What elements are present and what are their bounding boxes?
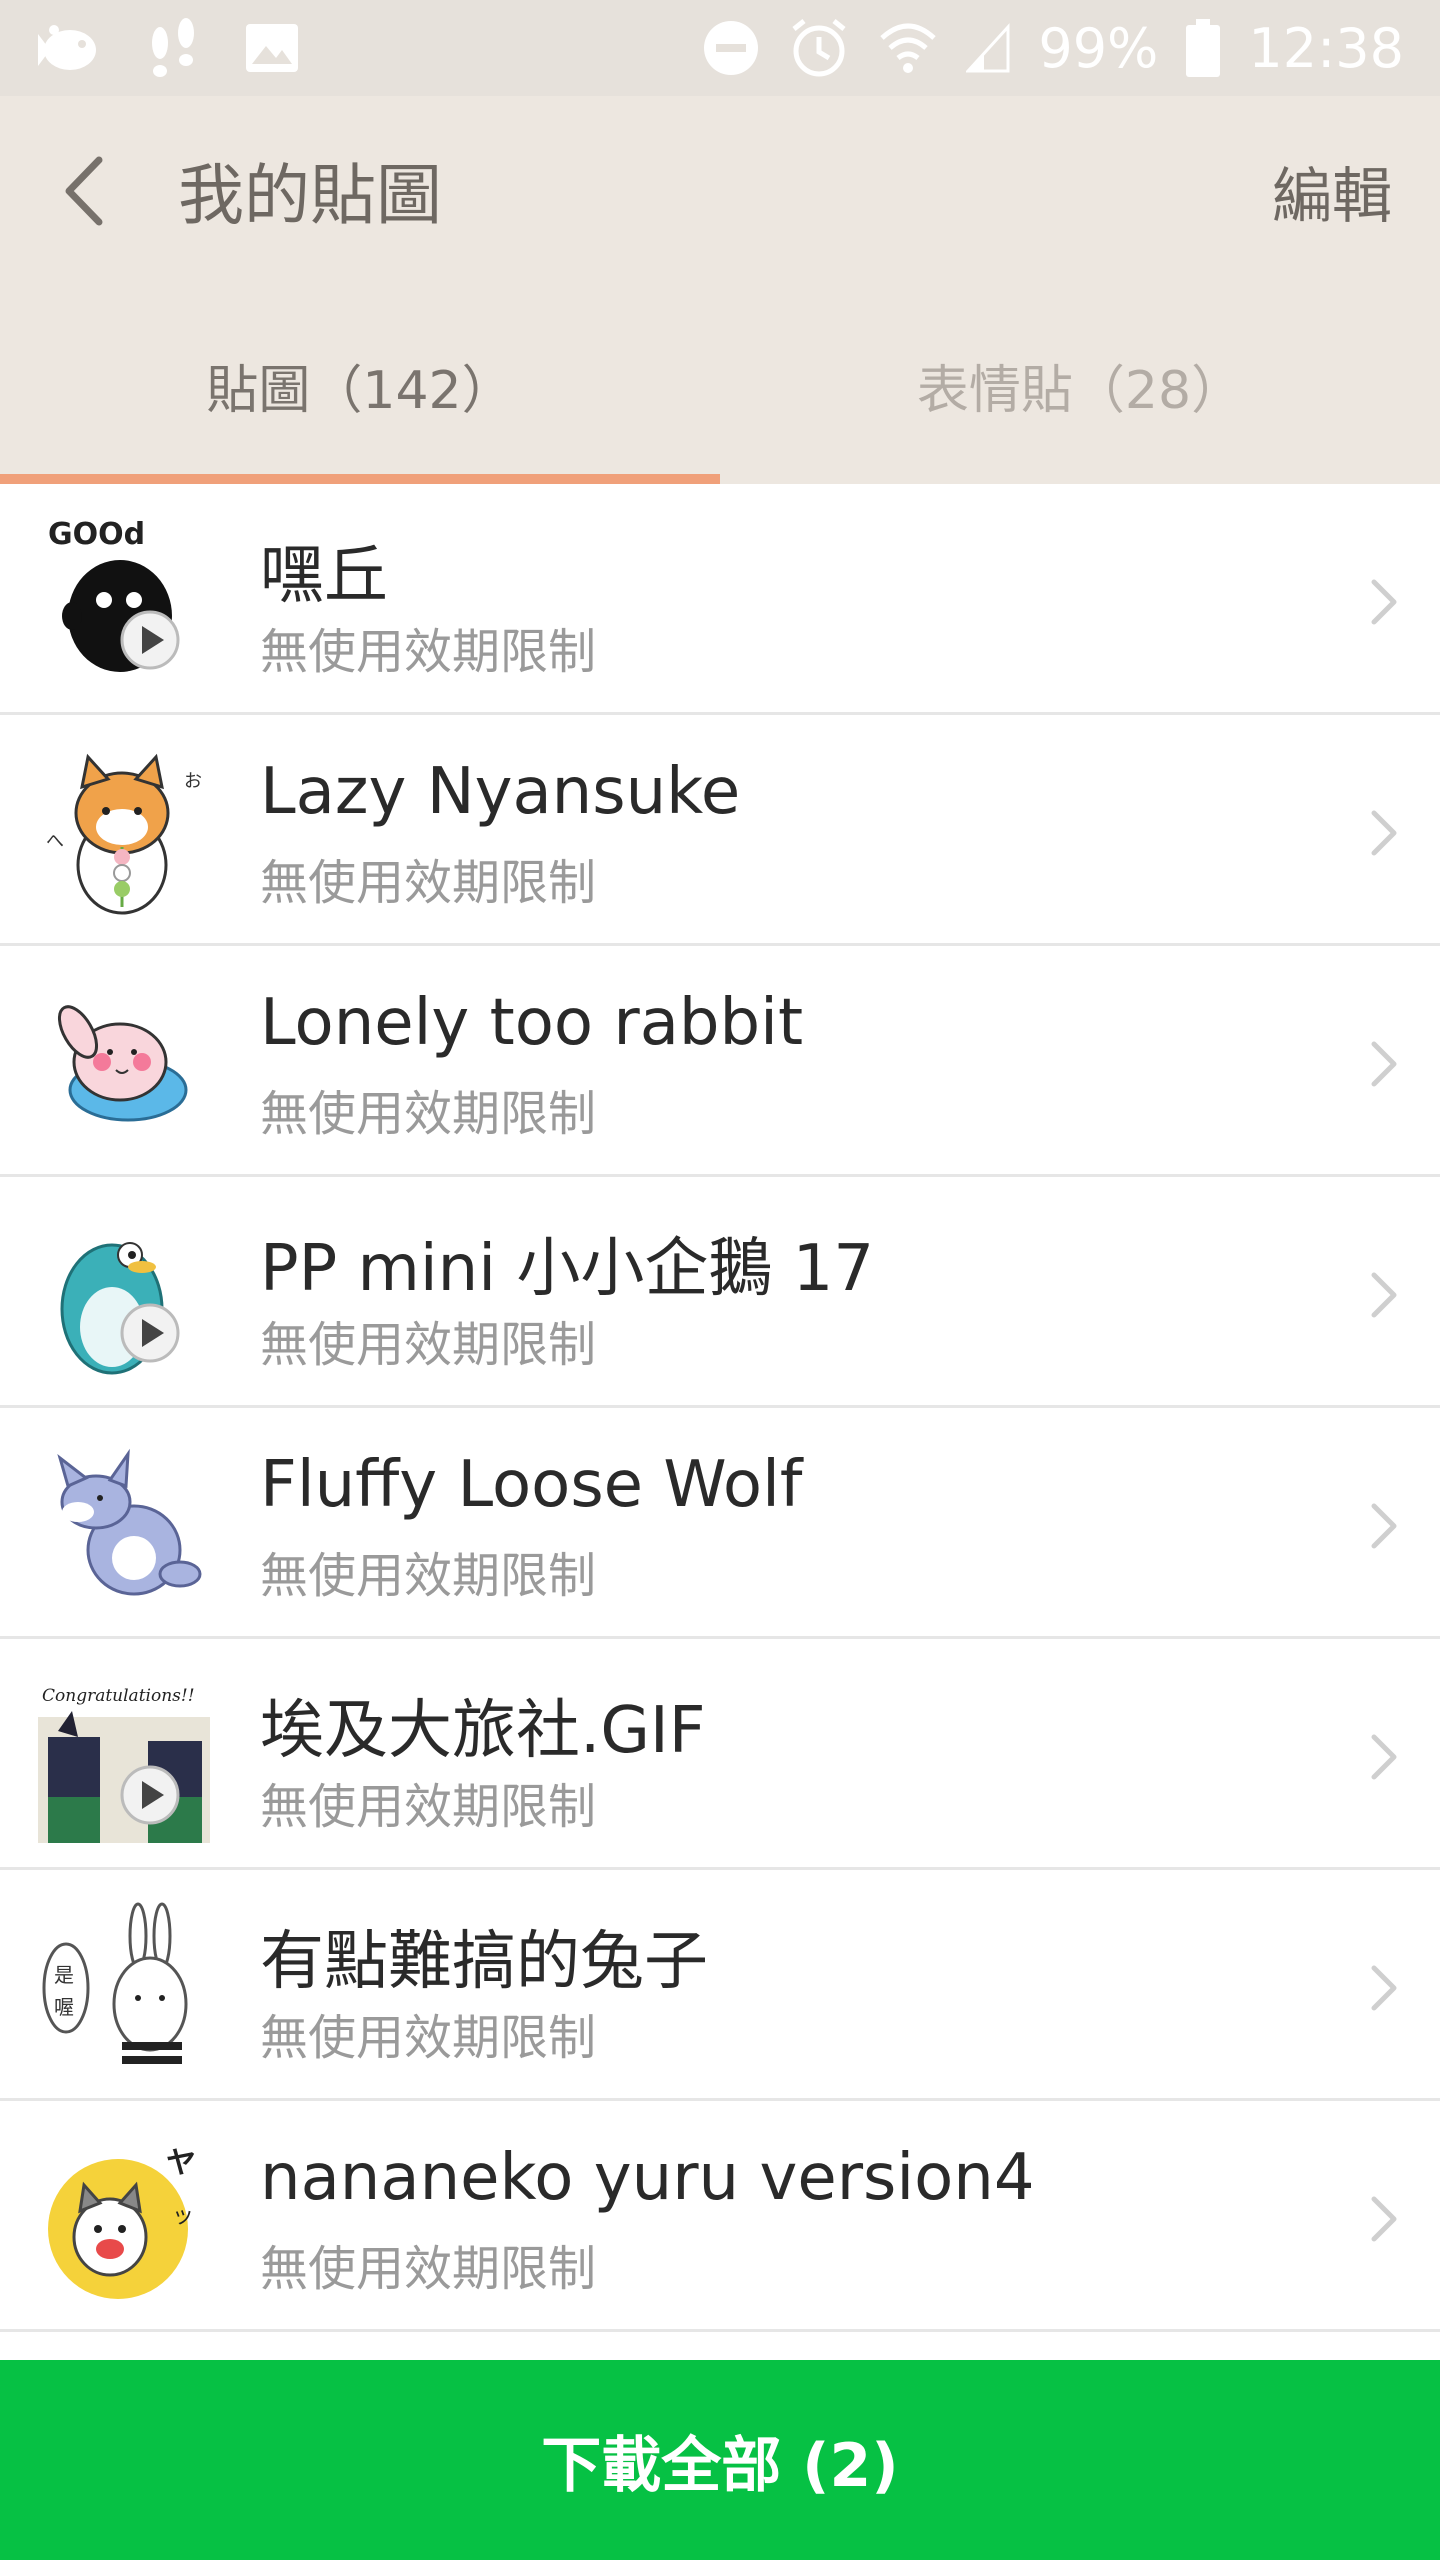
list-item[interactable]: Fluffy Loose Wolf 無使用效期限制 (0, 1408, 1440, 1639)
egypt-anubis-sticker: Congratulations!! (38, 1686, 210, 1843)
tab-stickers[interactable]: 貼圖（142） (0, 286, 720, 484)
sticker-title: nananeko yuru version4 (260, 2141, 1035, 2215)
white-bunny-sticker: 是 喔 (42, 1902, 188, 2064)
sticker-validity: 無使用效期限制 (260, 2241, 597, 2297)
do-not-disturb-icon (704, 21, 759, 75)
tab-emoji-label: 表情貼（28） (916, 360, 1244, 421)
sticker-good-text: GOOd (48, 517, 145, 552)
sticker-title: Fluffy Loose Wolf (260, 1448, 803, 1522)
chevron-right-icon (1371, 1965, 1397, 2011)
chevron-right-icon (1371, 2196, 1397, 2242)
clock: 12:38 (1248, 16, 1404, 80)
list-item[interactable]: PP mini 小小企鵝 17 無使用效期限制 (0, 1177, 1440, 1408)
list-item[interactable]: Lonely too rabbit 無使用效期限制 (0, 946, 1440, 1177)
status-bar: 99% 12:38 (0, 0, 1440, 96)
pink-rabbit-sticker (57, 1005, 188, 1122)
svg-text:ヤ: ヤ (166, 2146, 196, 2181)
signal-icon (966, 23, 1010, 73)
wifi-icon (880, 23, 937, 73)
battery-icon (1186, 19, 1221, 77)
back-button[interactable] (48, 156, 118, 226)
tab-stickers-label: 貼圖（142） (206, 360, 514, 421)
footprints-icon (152, 18, 194, 77)
yellow-cat-sticker: ヤ ッ (48, 2146, 196, 2299)
list-item[interactable]: Congratulations!! 埃及大旅社.GIF 無使用效期限制 (0, 1639, 1440, 1870)
sticker-title: 嘿丘 (260, 539, 388, 613)
sticker-validity: 無使用效期限制 (260, 1548, 597, 1604)
download-all-label: 下載全部 (2) (541, 2430, 899, 2501)
tab-emoji[interactable]: 表情貼（28） (720, 286, 1440, 484)
fluffy-wolf-sticker (57, 1448, 202, 1596)
sticker-title: Lonely too rabbit (260, 986, 804, 1060)
list-item[interactable]: ヤ ッ nananeko yuru version4 無使用效期限制 (0, 2101, 1440, 2332)
sticker-validity: 無使用效期限制 (260, 855, 597, 911)
black-blob-good-sticker: GOOd (48, 517, 180, 672)
status-left (34, 15, 340, 81)
teal-penguin-sticker (60, 1242, 180, 1375)
chevron-right-icon (1371, 810, 1397, 856)
battery-percent: 99% (1038, 16, 1159, 80)
svg-text:是: 是 (54, 1963, 74, 1987)
chevron-right-icon (1371, 579, 1397, 625)
svg-text:お: お (184, 771, 202, 792)
svg-text:ッ: ッ (172, 2204, 194, 2229)
sticker-validity: 無使用效期限制 (260, 1317, 597, 1373)
svg-text:喔: 喔 (54, 1995, 74, 2019)
image-icon (246, 24, 298, 72)
sticker-validity: 無使用效期限制 (260, 1779, 597, 1835)
alarm-icon (792, 19, 846, 77)
sticker-validity: 無使用效期限制 (260, 2010, 597, 2066)
chevron-right-icon (1371, 1503, 1397, 1549)
list-item[interactable]: 是 喔 有點難搞的兔子 無使用效期限制 (0, 1870, 1440, 2101)
sticker-validity: 無使用效期限制 (260, 624, 597, 680)
chevron-right-icon (1371, 1041, 1397, 1087)
sticker-title: Lazy Nyansuke (260, 755, 741, 829)
sticker-title: PP mini 小小企鵝 17 (260, 1232, 875, 1306)
active-tab-indicator (0, 474, 720, 484)
sticker-title: 有點難搞的兔子 (260, 1925, 708, 1999)
cat-dango-sticker: お へ (46, 753, 202, 915)
sticker-validity: 無使用效期限制 (260, 1086, 597, 1142)
app-header: 我的貼圖 編輯 (0, 96, 1440, 286)
edit-button[interactable]: 編輯 (1272, 148, 1392, 235)
chevron-right-icon (1371, 1734, 1397, 1780)
tab-bar: 貼圖（142） 表情貼（28） (0, 286, 1440, 484)
status-right: 99% 12:38 (674, 17, 1404, 80)
fish-notification-icon (38, 25, 96, 70)
page-title: 我的貼圖 (178, 157, 442, 234)
svg-text:へ: へ (46, 831, 64, 852)
list-item[interactable]: お へ Lazy Nyansuke 無使用效期限制 (0, 715, 1440, 946)
sticker-list: GOOd 嘿丘 無使用效期限制 お へ Lazy Nyansuke 無使用效期限… (0, 484, 1440, 2332)
list-item[interactable]: GOOd 嘿丘 無使用效期限制 (0, 484, 1440, 715)
chevron-left-icon (65, 156, 103, 226)
download-all-button[interactable]: 下載全部 (2) (0, 2360, 1440, 2560)
sticker-congrats-text: Congratulations!! (42, 1686, 195, 1706)
chevron-right-icon (1371, 1272, 1397, 1318)
sticker-title: 埃及大旅社.GIF (260, 1694, 706, 1768)
